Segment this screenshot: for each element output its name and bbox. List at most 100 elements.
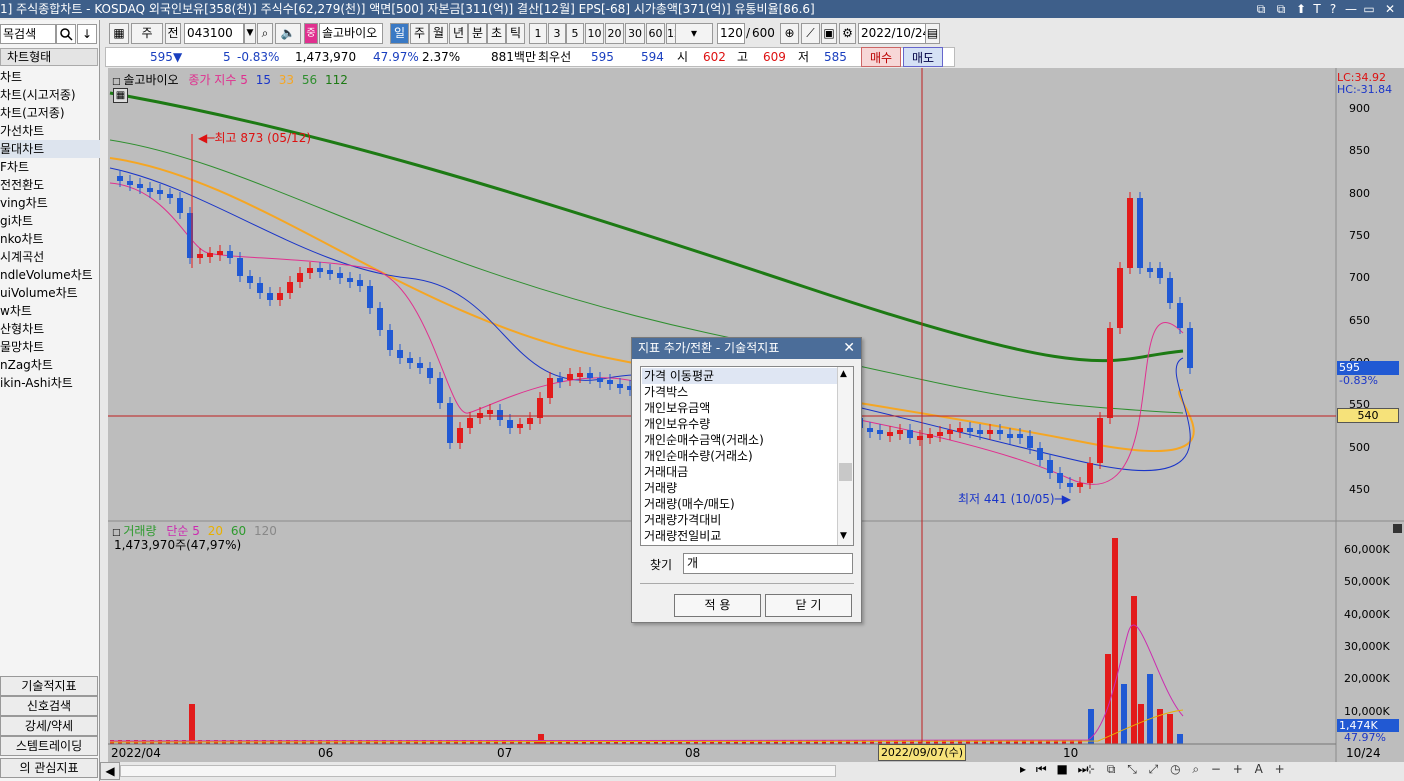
minute-button[interactable]: 3 [548, 23, 566, 44]
sidebar-chart-type-item[interactable]: uiVolume차트 [0, 284, 100, 302]
dialog-close-icon[interactable]: ✕ [843, 338, 855, 358]
minimize-icon[interactable]: — [1343, 1, 1359, 17]
sidebar-chart-type-item[interactable]: 물대차트 [0, 140, 100, 158]
indicator-list-item[interactable]: 거래량가격대비 [642, 512, 838, 528]
period-button[interactable]: 주 [410, 23, 429, 44]
sidebar-chart-type-item[interactable]: 차트(고저종) [0, 104, 100, 122]
mode-select[interactable]: 주 [131, 23, 163, 44]
sidebar-search-input[interactable]: 목검색 [0, 24, 56, 44]
period-button[interactable]: 일 [390, 23, 409, 44]
sidebar-chart-type-item[interactable]: 산형차트 [0, 320, 100, 338]
chart-scrollbar[interactable] [120, 765, 836, 777]
high-label: 고 [737, 50, 749, 64]
calendar-icon[interactable]: ▤ [925, 23, 940, 44]
sidebar-chart-type-item[interactable]: gi차트 [0, 212, 100, 230]
favorite-indicator-button[interactable]: 의 관심지표 [0, 758, 98, 778]
close-icon[interactable]: ✕ [1382, 1, 1398, 17]
scroll-down-icon[interactable]: ▼ [840, 531, 847, 541]
date-input[interactable]: 2022/10/24 [858, 23, 930, 44]
indicator-list-item[interactable]: 거래량(매수/매도) [642, 496, 838, 512]
period-button[interactable]: 월 [429, 23, 448, 44]
period-button[interactable]: 초 [487, 23, 506, 44]
help-icon[interactable]: ? [1325, 1, 1341, 17]
minute-button[interactable]: 1 [529, 23, 547, 44]
sidebar-chart-type-item[interactable]: 차트 [0, 68, 100, 86]
indicator-list-item[interactable]: 개인보유금액 [642, 400, 838, 416]
sidebar-chart-type-item[interactable]: 가선차트 [0, 122, 100, 140]
indicator-list-scrollbar[interactable]: ▲ ▼ [837, 367, 853, 545]
indicator-list-item[interactable]: 공매매동 [642, 544, 838, 545]
search-icon[interactable] [56, 24, 76, 44]
minute-button[interactable]: 30 [625, 23, 645, 44]
scroll-left-icon[interactable]: ◀ [100, 762, 120, 780]
sidebar-chart-type-item[interactable]: 전전환도 [0, 176, 100, 194]
technical-indicator-button[interactable]: 기술적지표 [0, 676, 98, 696]
sidebar-chart-type-item[interactable]: ving차트 [0, 194, 100, 212]
arrow-down-icon[interactable]: ↓ [77, 24, 97, 44]
chevron-down-icon[interactable]: ▼ [244, 23, 256, 44]
sidebar-chart-type-item[interactable]: 차트(시고저종) [0, 86, 100, 104]
buy-button[interactable]: 매수 [861, 47, 901, 67]
indicator-list-item[interactable]: 개인순매수량(거래소) [642, 448, 838, 464]
indicator-search-input[interactable]: 개 [683, 553, 853, 574]
period-button[interactable]: 분 [468, 23, 487, 44]
sidebar-chart-type-item[interactable]: w차트 [0, 302, 100, 320]
volume-legend-value: 1,473,970주(47,97%) [114, 538, 242, 552]
indicator-list-item[interactable]: 거래량 [642, 480, 838, 496]
sidebar-chart-type-item[interactable]: F차트 [0, 158, 100, 176]
maximize-icon[interactable]: ▭ [1361, 1, 1377, 17]
minute-button[interactable]: 5 [566, 23, 584, 44]
pane-close-icon[interactable] [1393, 524, 1402, 533]
sidebar-chart-type-item[interactable]: 시계곡선 [0, 248, 100, 266]
sidebar-chart-type-item[interactable]: ikin-Ashi차트 [0, 374, 100, 392]
candle-body [137, 184, 143, 188]
indicator-list-item[interactable]: 거래대금 [642, 464, 838, 480]
close-button[interactable]: 닫 기 [765, 594, 852, 617]
indicator-list-item[interactable]: 거래량전일비교 [642, 528, 838, 544]
period-button[interactable]: 틱 [506, 23, 525, 44]
all-button[interactable]: 전 [165, 23, 181, 44]
minute-button[interactable]: 10 [585, 23, 604, 44]
volume-bar [1167, 714, 1173, 744]
chart-navigation-bar: ◀ ▸ ⏮ ■ ⏭ ⊹ ⧉ ⤡ ⤢ ◷ ⌕ − + A + [100, 762, 1404, 781]
stock-code-input[interactable]: 043100 [184, 23, 244, 44]
legend-ma-56: 56 [301, 73, 318, 87]
grid-icon[interactable]: ▦ [109, 23, 129, 44]
period-button[interactable]: 년 [449, 23, 468, 44]
save-icon[interactable]: ▣ [821, 23, 837, 44]
price-legend: □ 솔고바이오 종가 지수 5 15 33 56 112 [112, 73, 348, 87]
restore-icon[interactable]: ⧉ [1253, 1, 1269, 17]
indicator-list-item[interactable]: 가격박스 [642, 384, 838, 400]
strength-button[interactable]: 강세/약세 [0, 716, 98, 736]
count-input[interactable]: 120 [717, 23, 745, 44]
signal-search-button[interactable]: 신호검색 [0, 696, 98, 716]
scroll-up-icon[interactable]: ▲ [840, 369, 847, 379]
sidebar-chart-type-item[interactable]: nko차트 [0, 230, 100, 248]
indicator-list-item[interactable]: 개인순매수금액(거래소) [642, 432, 838, 448]
sidebar-chart-type-item[interactable]: nZag차트 [0, 356, 100, 374]
apply-button[interactable]: 적 용 [674, 594, 761, 617]
indicator-list-item[interactable]: 가격 이동평균 [642, 368, 838, 384]
indicator-list[interactable]: 가격 이동평균 가격박스 개인보유금액 개인보유수량 개인순매수금액(거래소) 개인순매수… [640, 366, 854, 546]
system-trading-button[interactable]: 스템트레이딩 [0, 736, 98, 756]
text-icon[interactable]: T [1309, 1, 1325, 17]
sell-button[interactable]: 매도 [903, 47, 943, 67]
minute-button[interactable]: 60 [646, 23, 665, 44]
minute-button[interactable]: 20 [605, 23, 624, 44]
tile-icon[interactable]: ⧉ [1273, 1, 1289, 17]
zoom-controls[interactable]: ⊹ ⧉ ⤡ ⤢ ◷ ⌕ − + A + [1085, 762, 1289, 777]
crosshair-icon[interactable]: ⊕ [780, 23, 799, 44]
draw-line-icon[interactable]: ⟋ [801, 23, 820, 44]
pin-icon[interactable]: ⬆ [1293, 1, 1309, 17]
gear-icon[interactable]: ⚙ [839, 23, 856, 44]
sidebar-chart-type-item[interactable]: 물망차트 [0, 338, 100, 356]
indicator-list-item[interactable]: 개인보유수량 [642, 416, 838, 432]
grid-toggle-icon[interactable]: ▦ [113, 88, 128, 103]
period-custom-select[interactable]: ▾ [675, 23, 713, 44]
playback-controls[interactable]: ▸ ⏮ ■ ⏭ [1020, 762, 1091, 777]
search-icon[interactable]: ⌕ [257, 23, 273, 44]
volume-bar [1121, 684, 1127, 744]
sidebar-chart-type-item[interactable]: ndleVolume차트 [0, 266, 100, 284]
speaker-icon[interactable]: 🔈 [275, 23, 301, 44]
scroll-thumb[interactable] [839, 463, 852, 481]
